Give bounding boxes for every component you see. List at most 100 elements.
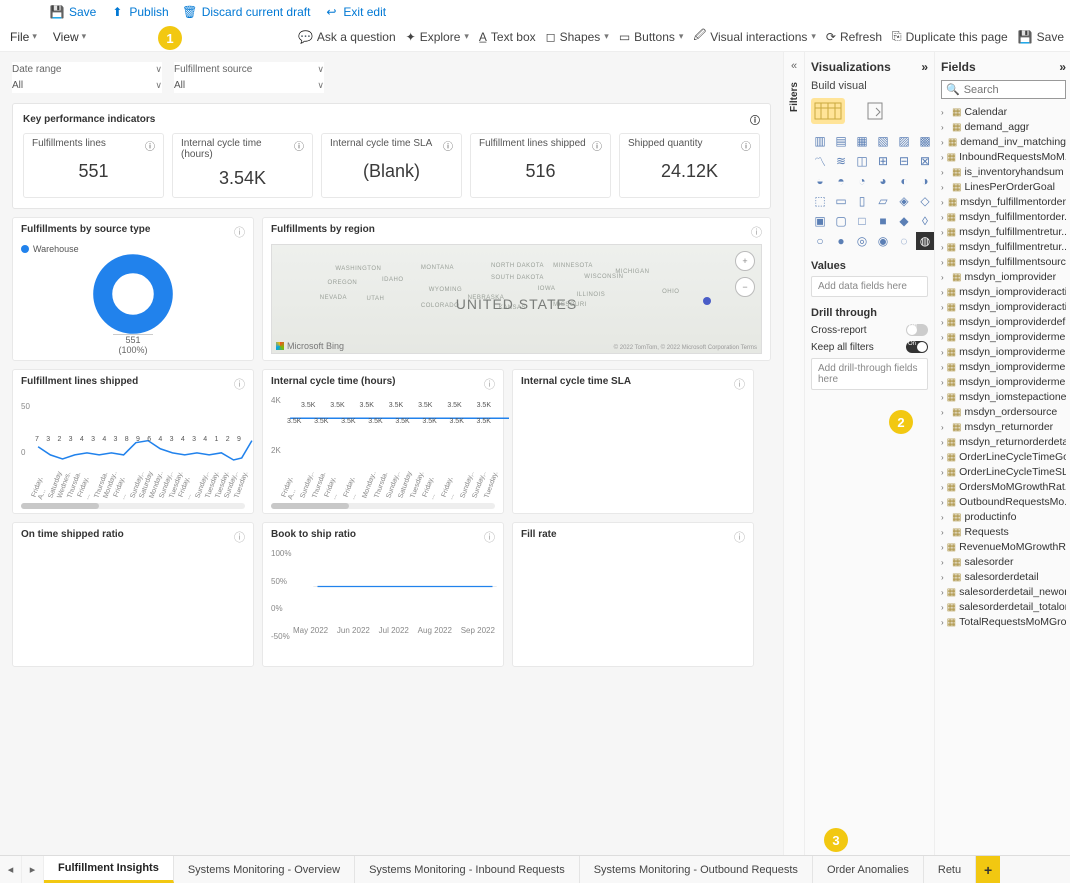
field-table[interactable]: ›▦productinfo: [941, 510, 1066, 524]
exit-edit-action[interactable]: ↩Exit edit: [324, 5, 386, 19]
field-table[interactable]: ›▦msdyn_returnorderdetail: [941, 435, 1066, 449]
menu-refresh[interactable]: ⟳Refresh: [826, 26, 882, 47]
vis-type-icon[interactable]: ⬚: [811, 192, 829, 210]
zoom-out-icon[interactable]: −: [735, 277, 755, 297]
field-table[interactable]: ›▦Requests: [941, 525, 1066, 539]
field-table[interactable]: ›▦msdyn_iomprovider: [941, 270, 1066, 284]
field-table[interactable]: ›▦msdyn_iomproviderme...: [941, 330, 1066, 344]
vis-type-icon[interactable]: ◆: [895, 212, 913, 230]
info-icon[interactable]: ⓘ: [734, 376, 745, 392]
tile-cycle-hours[interactable]: Internal cycle time (hours)ⓘ 4K 2K 3.5K3…: [262, 369, 504, 514]
cross-report-toggle[interactable]: Off: [906, 324, 928, 336]
vis-type-icon[interactable]: ⊟: [895, 152, 913, 170]
menu-duplicate[interactable]: ⎘Duplicate this page: [892, 26, 1008, 47]
expand-filters-icon[interactable]: «: [791, 60, 797, 72]
info-icon[interactable]: ⓘ: [294, 138, 304, 160]
field-table[interactable]: ›▦OrdersMoMGrowthRat...: [941, 480, 1066, 494]
field-table[interactable]: ›▦salesorder: [941, 555, 1066, 569]
page-tab[interactable]: Retu: [924, 856, 976, 883]
info-icon[interactable]: ⓘ: [484, 376, 495, 392]
info-icon[interactable]: ⓘ: [234, 529, 245, 545]
vis-type-icon[interactable]: ▩: [916, 132, 934, 150]
tile-source-type[interactable]: Fulfillments by source typeⓘ Warehouse 5…: [12, 217, 254, 361]
vis-type-icon[interactable]: ◇: [916, 192, 934, 210]
field-table[interactable]: ›▦msdyn_iomproviderdefi...: [941, 315, 1066, 329]
info-icon[interactable]: ⓘ: [741, 138, 751, 153]
field-table[interactable]: ›▦OrderLineCycleTimeSLA: [941, 465, 1066, 479]
keep-filters-toggle[interactable]: On: [906, 341, 928, 353]
vis-type-icon[interactable]: 〽: [811, 152, 829, 170]
vis-type-icon[interactable]: ▥: [811, 132, 829, 150]
vis-type-icon[interactable]: ◒: [811, 172, 829, 190]
field-table[interactable]: ›▦msdyn_returnorder: [941, 420, 1066, 434]
info-icon[interactable]: ⓘ: [734, 529, 745, 545]
kpi-card[interactable]: Shipped quantityⓘ24.12K: [619, 133, 760, 198]
page-tab[interactable]: Systems Monitoring - Inbound Requests: [355, 856, 580, 883]
tab-nav-next[interactable]: ▸: [22, 856, 44, 883]
page-tab[interactable]: Systems Monitoring - Outbound Requests: [580, 856, 813, 883]
info-icon[interactable]: ⓘ: [592, 138, 602, 153]
vis-type-icon[interactable]: ◔: [853, 172, 871, 190]
tile-on-time[interactable]: On time shipped ratioⓘ: [12, 522, 254, 667]
field-table[interactable]: ›▦salesorderdetail_newor...: [941, 585, 1066, 599]
field-table[interactable]: ›▦msdyn_fulfillmentorder...: [941, 210, 1066, 224]
vis-type-icon[interactable]: ◫: [853, 152, 871, 170]
info-icon[interactable]: ⓘ: [484, 529, 495, 545]
vis-type-icon[interactable]: ⊞: [874, 152, 892, 170]
publish-action[interactable]: ⬆Publish: [110, 5, 168, 19]
tile-lines-shipped[interactable]: Fulfillment lines shippedⓘ 50 0 73234343…: [12, 369, 254, 514]
kpi-card[interactable]: Fulfillments linesⓘ551: [23, 133, 164, 198]
vis-type-icon[interactable]: ◌: [895, 232, 913, 250]
tab-nav-prev[interactable]: ◂: [0, 856, 22, 883]
vis-type-icon[interactable]: ◑: [916, 172, 934, 190]
vis-type-icon[interactable]: ●: [832, 232, 850, 250]
field-table[interactable]: ›▦msdyn_iomstepactione...: [941, 390, 1066, 404]
menu-textbox[interactable]: A̲Text box: [479, 26, 536, 47]
field-table[interactable]: ›▦InboundRequestsMoM...: [941, 150, 1066, 164]
menu-file[interactable]: File▾: [6, 27, 41, 47]
vis-type-icon[interactable]: ◈: [895, 192, 913, 210]
vis-type-icon[interactable]: ■: [874, 212, 892, 230]
report-canvas[interactable]: Date range∨ All∨ Fulfillment source∨ All…: [0, 52, 783, 855]
fields-search[interactable]: 🔍: [941, 80, 1066, 99]
page-tab[interactable]: Fulfillment Insights: [44, 856, 174, 883]
save-action[interactable]: 💾Save: [50, 5, 96, 19]
field-table[interactable]: ›▦OutboundRequestsMo...: [941, 495, 1066, 509]
search-input[interactable]: [964, 84, 1070, 96]
vis-type-icon[interactable]: ▱: [874, 192, 892, 210]
info-icon[interactable]: ⓘ: [751, 224, 762, 240]
field-table[interactable]: ›▦LinesPerOrderGoal: [941, 180, 1066, 194]
info-icon[interactable]: ⓘ: [145, 138, 155, 153]
vis-type-icon[interactable]: ▢: [832, 212, 850, 230]
field-table[interactable]: ›▦RevenueMoMGrowthR...: [941, 540, 1066, 554]
menu-save[interactable]: 💾Save: [1018, 26, 1064, 47]
vis-type-icon[interactable]: ▧: [874, 132, 892, 150]
kpi-card[interactable]: Fulfillment lines shippedⓘ516: [470, 133, 611, 198]
vis-type-icon[interactable]: ◍: [916, 232, 934, 250]
field-table[interactable]: ›▦msdyn_iomproviderme...: [941, 360, 1066, 374]
vis-type-icon[interactable]: □: [853, 212, 871, 230]
vis-type-icon[interactable]: ▣: [811, 212, 829, 230]
drill-dropzone[interactable]: Add drill-through fields here: [811, 358, 928, 390]
add-page-button[interactable]: +: [976, 856, 1000, 883]
menu-ask-question[interactable]: 💬Ask a question: [298, 26, 396, 47]
info-icon[interactable]: ⓘ: [234, 224, 245, 240]
slicer-fulfillment-source[interactable]: Fulfillment source∨ All∨: [174, 62, 324, 93]
field-table[interactable]: ›▦OrderLineCycleTimeGoal: [941, 450, 1066, 464]
collapse-pane-icon[interactable]: »: [921, 60, 928, 74]
vis-type-icon[interactable]: ◎: [853, 232, 871, 250]
field-table[interactable]: ›▦demand_aggr: [941, 120, 1066, 134]
field-table[interactable]: ›▦msdyn_iomprovideracti...: [941, 300, 1066, 314]
kpi-card[interactable]: Internal cycle time (hours)ⓘ3.54K: [172, 133, 313, 198]
vis-type-icon[interactable]: ▨: [895, 132, 913, 150]
vis-type-icon[interactable]: ○: [811, 232, 829, 250]
field-table[interactable]: ›▦TotalRequestsMoMGro...: [941, 615, 1066, 629]
menu-buttons[interactable]: ▭Buttons▾: [619, 26, 684, 47]
vis-type-icon[interactable]: ≋: [832, 152, 850, 170]
discard-action[interactable]: 🗑Discard current draft: [183, 5, 311, 19]
field-table[interactable]: ›▦msdyn_fulfillmentorder: [941, 195, 1066, 209]
vis-type-icon[interactable]: ▭: [832, 192, 850, 210]
values-dropzone[interactable]: Add data fields here: [811, 276, 928, 297]
vis-type-icon[interactable]: ▦: [853, 132, 871, 150]
field-table[interactable]: ›▦msdyn_iomproviderme...: [941, 375, 1066, 389]
